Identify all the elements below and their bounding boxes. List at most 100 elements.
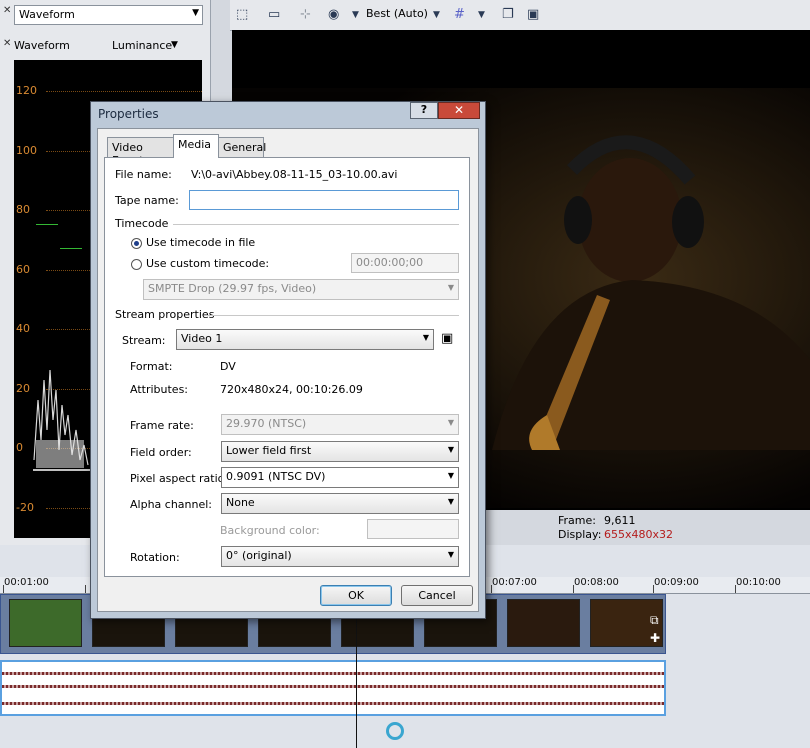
ruler-label: 00:07:00 — [492, 577, 537, 588]
audio-waveform — [2, 685, 664, 688]
event-fx-icon[interactable]: ✚ — [650, 631, 660, 645]
properties-dialog: Properties ? ✕ Video Event Media General… — [90, 101, 486, 619]
background-color-swatch[interactable] — [367, 519, 459, 539]
rotation-select[interactable]: 0° (original) ▼ — [221, 546, 459, 567]
background-color-label: Background color: — [220, 524, 320, 537]
use-custom-timecode-label[interactable]: Use custom timecode: — [146, 257, 269, 270]
alpha-channel-value: None — [226, 496, 255, 509]
grid-icon[interactable]: # — [454, 7, 465, 22]
audio-event[interactable] — [0, 660, 666, 716]
cancel-button[interactable]: Cancel — [401, 585, 473, 606]
frame-rate-value: 29.970 (NTSC) — [226, 417, 307, 430]
use-file-timecode-radio[interactable] — [131, 238, 142, 249]
rotation-value: 0° (original) — [226, 549, 292, 562]
ok-button[interactable]: OK — [320, 585, 392, 606]
alpha-channel-label: Alpha channel: — [130, 498, 213, 511]
frame-info: Frame: 9,611 Display: 655x480x32 — [558, 514, 673, 542]
display-value: 655x480x32 — [604, 528, 674, 541]
format-label: Format: — [130, 360, 173, 373]
tape-name-input[interactable] — [189, 190, 459, 210]
y-tick-80: 80 — [16, 203, 30, 216]
field-order-value: Lower field first — [226, 444, 312, 457]
frame-label: Frame: — [558, 514, 596, 527]
field-order-select[interactable]: Lower field first ▼ — [221, 441, 459, 462]
chevron-down-icon[interactable]: ▼ — [171, 40, 178, 50]
pixel-aspect-ratio-select[interactable]: 0.9091 (NTSC DV) ▼ — [221, 467, 459, 488]
close-scope-icon[interactable]: ✕ — [3, 38, 11, 49]
file-name-label: File name: — [115, 168, 172, 181]
scope-type-select[interactable]: Waveform ▼ — [14, 5, 203, 25]
chevron-down-icon: ▼ — [447, 497, 454, 506]
timecode-heading: Timecode — [115, 217, 169, 230]
split-screen-icon[interactable]: ⊹ — [300, 7, 311, 22]
chevron-down-icon[interactable]: ▼ — [352, 10, 359, 20]
broadcast-marker — [36, 224, 58, 225]
tab-video-event[interactable]: Video Event — [107, 137, 174, 167]
chevron-down-icon: ▼ — [447, 550, 454, 559]
stream-label: Stream: — [122, 334, 166, 347]
chevron-down-icon: ▼ — [192, 8, 199, 18]
ruler-tick — [491, 585, 492, 593]
file-name-value: V:\0-avi\Abbey.08-11-15_03-10.00.avi — [191, 168, 398, 181]
copy-snapshot-icon[interactable]: ❐ — [502, 7, 514, 22]
save-snapshot-icon[interactable]: ▣ — [527, 7, 539, 22]
ruler-label: 00:08:00 — [574, 577, 619, 588]
ruler-label: 00:10:00 — [736, 577, 781, 588]
save-stream-icon[interactable]: ▣ — [441, 331, 453, 346]
clip-thumbnail — [507, 599, 580, 647]
tape-name-label: Tape name: — [115, 194, 179, 207]
overlay-icon[interactable]: ◉ — [328, 7, 339, 22]
dialog-body: Video Event Media General File name: V:\… — [97, 128, 479, 612]
scope-type-value: Waveform — [19, 8, 75, 21]
display-label: Display: — [558, 528, 602, 541]
monitor-icon[interactable]: ▭ — [268, 7, 280, 22]
preview-quality-select[interactable]: Best (Auto) — [366, 7, 428, 20]
dialog-title: Properties — [98, 107, 159, 121]
frame-rate-label: Frame rate: — [130, 419, 194, 432]
timecode-format-select[interactable]: SMPTE Drop (29.97 fps, Video) ▼ — [143, 279, 459, 300]
close-pane-icon[interactable]: ✕ — [3, 5, 11, 16]
chevron-down-icon[interactable]: ▼ — [478, 10, 485, 20]
field-order-label: Field order: — [130, 446, 192, 459]
broadcast-marker — [60, 248, 82, 249]
alpha-channel-select[interactable]: None ▼ — [221, 493, 459, 514]
rotation-label: Rotation: — [130, 551, 180, 564]
ruler-tick — [573, 585, 574, 593]
frame-rate-select[interactable]: 29.970 (NTSC) ▼ — [221, 414, 459, 435]
ruler-tick — [85, 585, 86, 593]
tab-media[interactable]: Media — [173, 134, 219, 158]
attributes-value: 720x480x24, 00:10:26.09 — [220, 383, 363, 396]
y-tick-60: 60 — [16, 263, 30, 276]
ruler-label: 00:01:00 — [4, 577, 49, 588]
preview-device-icon[interactable]: ⬚ — [236, 7, 248, 22]
use-custom-timecode-radio[interactable] — [131, 259, 142, 270]
close-button[interactable]: ✕ — [438, 102, 480, 119]
separator — [205, 315, 459, 316]
y-tick-120: 120 — [16, 84, 37, 97]
clip-thumbnail — [9, 599, 82, 647]
y-tick-100: 100 — [16, 144, 37, 157]
pixel-aspect-ratio-label: Pixel aspect ratio: — [130, 472, 229, 485]
use-file-timecode-label[interactable]: Use timecode in file — [146, 236, 255, 249]
luminance-label[interactable]: Luminance — [112, 39, 172, 52]
media-tab-page: File name: V:\0-avi\Abbey.08-11-15_03-10… — [104, 157, 470, 577]
help-button[interactable]: ? — [410, 102, 438, 119]
stream-select[interactable]: Video 1 ▼ — [176, 329, 434, 350]
chevron-down-icon: ▼ — [447, 418, 454, 427]
y-tick-0: 0 — [16, 441, 23, 454]
scope-label: Waveform — [14, 39, 70, 52]
chevron-down-icon: ▼ — [422, 333, 429, 342]
attributes-label: Attributes: — [130, 383, 189, 396]
chevron-down-icon: ▼ — [447, 283, 454, 292]
y-tick-minus-20: -20 — [16, 501, 34, 514]
pixel-aspect-ratio-value: 0.9091 (NTSC DV) — [226, 470, 326, 483]
format-value: DV — [220, 360, 236, 373]
chevron-down-icon[interactable]: ▼ — [433, 10, 440, 20]
frame-value: 9,611 — [604, 514, 636, 527]
ruler-tick — [735, 585, 736, 593]
custom-timecode-input[interactable]: 00:00:00;00 — [351, 253, 459, 273]
event-pan-crop-icon[interactable]: ⧉ — [650, 613, 659, 628]
stream-value: Video 1 — [181, 332, 223, 345]
tab-general[interactable]: General — [218, 137, 266, 157]
audio-waveform — [2, 672, 664, 675]
